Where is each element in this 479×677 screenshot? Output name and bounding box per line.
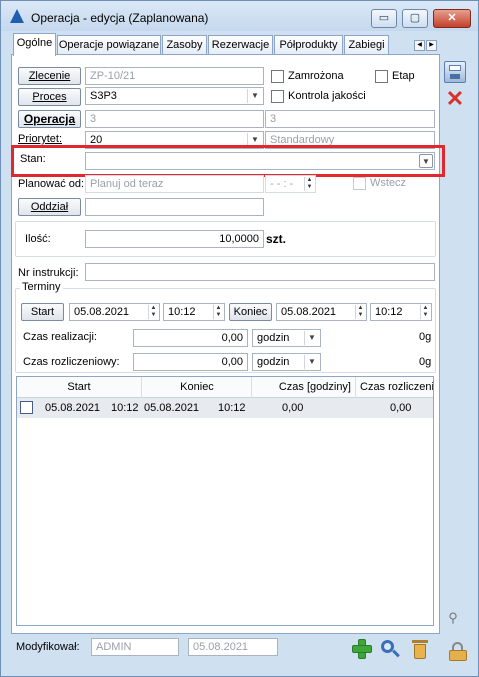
column-header-koniec[interactable]: Koniec [143,377,252,398]
cell-czas: 0,00 [282,402,304,414]
operacja-field[interactable]: 3 [85,110,264,128]
etap-checkbox[interactable] [375,70,388,83]
start-button[interactable]: Start [21,303,64,321]
planowac-time-value: - - : - [270,178,294,190]
koniec-time-field[interactable]: 10:12 ▲ ▼ [370,303,432,321]
zlecenie-field[interactable]: ZP-10/21 [85,67,264,85]
tab-operacje-powiazane[interactable]: Operacje powiązane [57,35,161,55]
search-icon[interactable] [379,638,401,660]
modyfikowal-date: 05.08.2021 [188,638,278,656]
chevron-down-icon: ▼ [304,331,319,345]
czas-rozliczeniowy-label: Czas rozliczeniowy: [23,356,120,368]
spinner-icon: ▲ ▼ [148,305,158,319]
czas-rozliczeniowy-unit: godzin [257,356,290,368]
wstecz-checkbox[interactable] [353,177,366,190]
minimize-button[interactable]: ▭ [371,9,397,28]
czas-realizacji-unit-select[interactable]: godzin ▼ [252,329,321,347]
czas-realizacji-field[interactable]: 0,00 [133,329,248,347]
cell-start-time: 10:12 [111,402,139,414]
planowac-od-field[interactable]: Planuj od teraz [85,175,264,193]
maximize-button[interactable]: ▢ [402,9,428,28]
czas-rozliczeniowy-unit-select[interactable]: godzin ▼ [252,353,321,371]
spinner-icon: ▲ ▼ [213,305,223,319]
operacja-button[interactable]: Operacja [18,110,81,128]
start-date-value: 05.08.2021 [74,306,130,318]
modyfikowal-label: Modyfikował: [16,641,80,653]
tab-rezerwacje[interactable]: Rezerwacje [208,35,273,55]
oddzial-field[interactable] [85,198,264,216]
priorytet-label: Priorytet: [18,133,63,145]
cancel-icon[interactable]: ✕ [444,88,466,110]
cell-end-date: 05.08.2021 [144,402,200,414]
czas-realizacji-unit: godzin [257,332,290,344]
cell-end-time: 10:12 [218,402,246,414]
operacja-name-field[interactable]: 3 [265,110,435,128]
table-row[interactable]: 05.08.2021 10:12 05.08.2021 10:12 0,00 0… [17,398,433,418]
ilosc-label: Ilość: [25,233,51,245]
koniec-date-field[interactable]: 05.08.2021 ▲ ▼ [276,303,367,321]
planowac-time-field[interactable]: - - : - ▲ ▼ [265,175,316,193]
column-header-czas[interactable]: Czas [godziny] [253,377,356,398]
tab-zabiegi[interactable]: Zabiegi [344,35,389,55]
chevron-down-icon: ▼ [247,89,262,103]
column-header-start[interactable]: Start [17,377,142,398]
tab-scroll-left-icon[interactable]: ◀ [414,40,425,51]
column-header-czas-rozliczeniowy[interactable]: Czas rozliczeniowy [357,377,433,398]
czas-realizacji-label: Czas realizacji: [23,331,97,343]
add-icon[interactable] [351,638,373,660]
czas-rozliczeniowy-right: 0g [419,356,432,368]
window: Operacja - edycja (Zaplanowana) ▭ ▢ ✕ Og… [0,0,479,677]
terminy-title: Terminy [20,281,63,293]
oddzial-button[interactable]: Oddział [18,198,81,216]
tab-polprodukty[interactable]: Półprodukty [274,35,343,55]
proces-select[interactable]: S3P3 ▼ [85,87,264,105]
kontrola-jakosci-label: Kontrola jakości [288,90,366,102]
proces-button[interactable]: Proces [18,88,81,106]
title-bar: Operacja - edycja (Zaplanowana) ▭ ▢ ✕ [1,1,478,31]
koniec-time-value: 10:12 [375,306,403,318]
wstecz-label: Wstecz [370,177,407,189]
save-icon[interactable] [444,61,466,83]
spinner-icon: ▲ ▼ [355,305,365,319]
chevron-down-icon: ▼ [419,154,433,168]
close-button[interactable]: ✕ [433,9,471,28]
koniec-date-value: 05.08.2021 [281,306,337,318]
terminy-table: Start Koniec Czas [godziny] Czas rozlicz… [16,376,434,626]
window-title: Operacja - edycja (Zaplanowana) [31,11,209,25]
start-time-value: 10:12 [168,306,196,318]
tab-ogolne[interactable]: Ogólne [13,33,56,56]
zamrozona-checkbox[interactable] [271,70,284,83]
proces-value: S3P3 [90,90,117,102]
app-logo-icon [10,9,24,23]
start-time-field[interactable]: 10:12 ▲ ▼ [163,303,225,321]
pin-icon[interactable]: ⚲ [444,609,462,627]
kontrola-jakosci-checkbox[interactable] [271,90,284,103]
stan-select[interactable]: ▼ [85,152,435,170]
stan-label: Stan: [20,153,46,165]
cell-czas-rozliczeniowy: 0,00 [390,402,412,414]
table-header: Start Koniec Czas [godziny] Czas rozlicz… [17,377,433,398]
czas-realizacji-right: 0g [419,331,432,343]
planowac-od-label: Planować od: [18,178,85,190]
nr-instrukcji-label: Nr instrukcji: [18,267,79,279]
zlecenie-button[interactable]: Zlecenie [18,67,81,85]
ilosc-unit: szt. [266,232,287,246]
koniec-button[interactable]: Koniec [229,303,272,321]
spinner-icon: ▲ ▼ [304,177,314,191]
zamrozona-label: Zamrożona [288,70,344,82]
lock-icon[interactable] [447,641,469,661]
czas-rozliczeniowy-field[interactable]: 0,00 [133,353,248,371]
chevron-down-icon: ▼ [304,355,319,369]
start-date-field[interactable]: 05.08.2021 ▲ ▼ [69,303,160,321]
etap-label: Etap [392,70,415,82]
tab-scroll-right-icon[interactable]: ▶ [426,40,437,51]
tab-zasoby[interactable]: Zasoby [162,35,207,55]
trash-icon[interactable] [409,638,431,660]
cell-start-date: 05.08.2021 [45,402,101,414]
spinner-icon: ▲ ▼ [420,305,430,319]
modyfikowal-user: ADMIN [91,638,179,656]
ilosc-field[interactable]: 10,0000 [85,230,264,248]
row-checkbox[interactable] [20,401,33,414]
nr-instrukcji-field[interactable] [85,263,435,281]
